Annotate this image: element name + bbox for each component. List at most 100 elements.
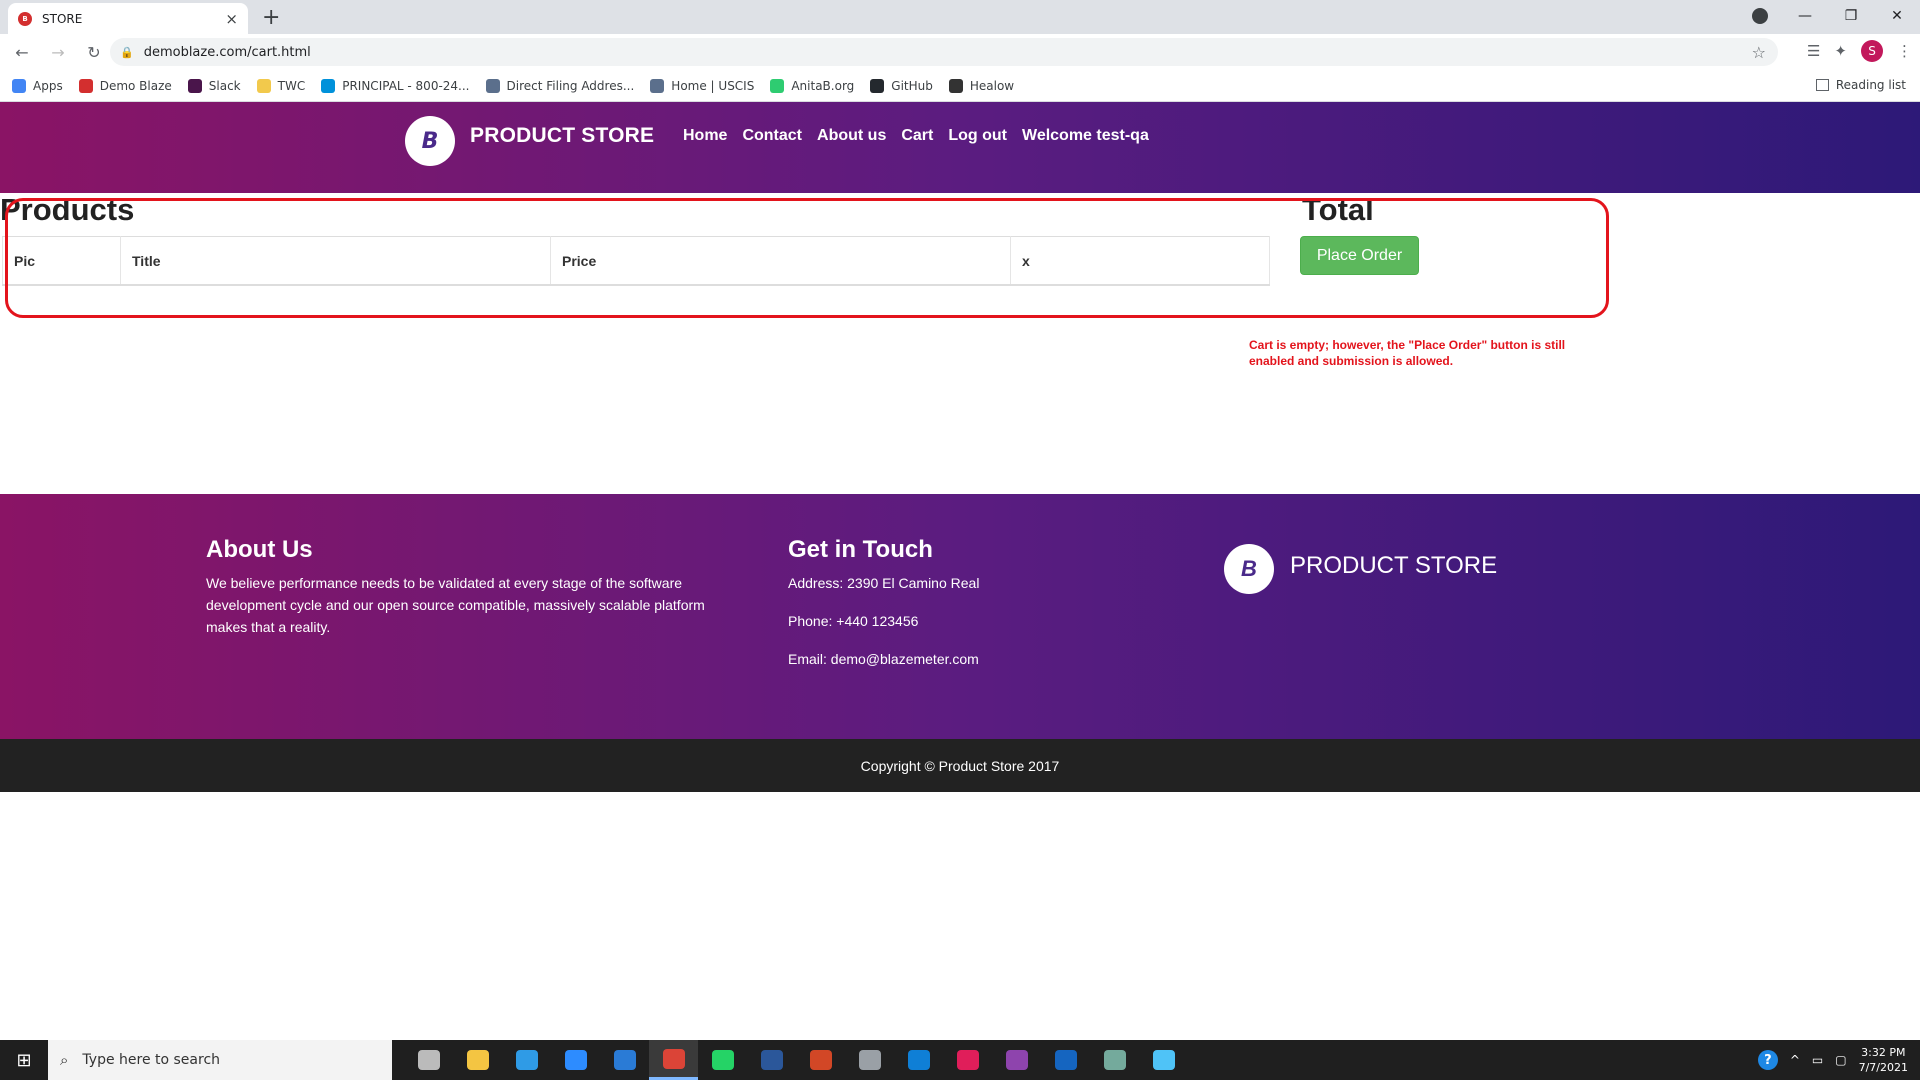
search-icon: ⌕ [60, 1051, 69, 1069]
nav-cart[interactable]: Cart [901, 127, 933, 145]
nav-home[interactable]: Home [683, 127, 727, 145]
extensions-icon[interactable]: ✦ [1834, 42, 1847, 60]
tab-title: STORE [42, 11, 83, 26]
footer-contact-title: Get in Touch [788, 536, 933, 563]
word-icon [760, 1050, 783, 1070]
windows-taskbar: ⊞ ⌕ Type here to search ? ^ ▭ ▢ 3:32 PM … [0, 1040, 1920, 1080]
nav-about-us[interactable]: About us [817, 127, 886, 145]
site-footer: About Us We believe performance needs to… [0, 494, 1920, 739]
zoom-icon [564, 1050, 587, 1070]
clock-date: 7/7/2021 [1858, 1061, 1908, 1074]
url-text[interactable]: demoblaze.com/cart.html [144, 45, 311, 60]
profile-avatar[interactable]: S [1861, 40, 1883, 62]
taskbar-search[interactable]: ⌕ Type here to search [48, 1040, 392, 1080]
nav-contact[interactable]: Contact [742, 127, 802, 145]
site-nav-links: Home Contact About us Cart Log out Welco… [683, 127, 1149, 145]
tab-search-icon[interactable] [1752, 8, 1768, 24]
cart-table: Pic Title Price x [2, 236, 1270, 286]
column-header-delete: x [1010, 236, 1270, 286]
footer-contact: Get in Touch Address: 2390 El Camino Rea… [788, 536, 1138, 686]
taskbar-app-chatgpt-icon[interactable] [1090, 1040, 1139, 1080]
brand-logo-icon[interactable]: B [405, 116, 455, 166]
browser-tab[interactable]: B STORE × [8, 3, 248, 34]
taskbar-app-powerpoint-icon[interactable] [796, 1040, 845, 1080]
uscis-seal-icon [650, 78, 665, 93]
forward-icon[interactable]: → [44, 43, 72, 62]
anitab-icon [770, 78, 785, 93]
column-header-title: Title [120, 236, 551, 286]
browser-tab-strip: B STORE × + — ❐ ✕ [0, 0, 1920, 34]
reading-mode-icon[interactable]: ☰ [1807, 42, 1820, 60]
bookmark-principal[interactable]: PRINCIPAL - 800-24... [321, 78, 470, 93]
taskbar-app-zoom-icon[interactable] [551, 1040, 600, 1080]
taskbar-app-word-icon[interactable] [747, 1040, 796, 1080]
windows-start-icon[interactable]: ⊞ [0, 1040, 48, 1080]
chrome-menu-icon[interactable]: ⋮ [1897, 42, 1912, 60]
notepad-icon [1152, 1050, 1175, 1070]
bookmark-github[interactable]: GitHub [870, 78, 933, 93]
tray-chevron-icon[interactable]: ^ [1790, 1053, 1800, 1067]
new-tab-button[interactable]: + [262, 5, 280, 30]
bookmark-star-icon[interactable]: ☆ [1752, 43, 1766, 62]
bookmark-slack[interactable]: Slack [187, 78, 241, 93]
footer-about-title: About Us [206, 536, 313, 563]
taskbar-app-notepad-icon[interactable] [1139, 1040, 1188, 1080]
slack-icon [187, 78, 202, 93]
bookmark-anitab[interactable]: AnitaB.org [770, 78, 854, 93]
address-bar[interactable]: 🔒 demoblaze.com/cart.html ☆ [110, 38, 1778, 66]
taskbar-app-printer-icon[interactable] [845, 1040, 894, 1080]
task-view-icon [417, 1050, 440, 1070]
taskbar-app-mail-icon[interactable] [600, 1040, 649, 1080]
uscis-seal-icon [485, 78, 500, 93]
help-icon[interactable]: ? [1757, 1050, 1778, 1070]
taskbar-app-vscode-icon[interactable] [502, 1040, 551, 1080]
bookmark-twc[interactable]: TWC [256, 78, 305, 93]
bookmarks-bar: Apps Demo Blaze Slack TWC PRINCIPAL - 80… [0, 70, 1920, 102]
close-window-icon[interactable]: ✕ [1874, 8, 1920, 24]
tab-close-icon[interactable]: × [225, 10, 238, 28]
taskbar-app-chrome-icon[interactable] [649, 1040, 698, 1080]
store-icon [907, 1050, 930, 1070]
bookmark-direct-filing[interactable]: Direct Filing Addres... [485, 78, 634, 93]
column-header-price: Price [550, 236, 1011, 286]
bookmark-healow[interactable]: Healow [948, 78, 1014, 93]
reading-list-button[interactable]: Reading list [1815, 78, 1906, 92]
total-heading: Total [1302, 192, 1374, 227]
twc-icon [256, 78, 271, 93]
battery-icon[interactable]: ▭ [1812, 1053, 1823, 1067]
footer-address: Address: 2390 El Camino Real [788, 575, 980, 591]
taskbar-clock[interactable]: 3:32 PM 7/7/2021 [1859, 1045, 1908, 1075]
taskbar-app-file-explorer-icon[interactable] [453, 1040, 502, 1080]
bookmark-uscis[interactable]: Home | USCIS [650, 78, 754, 93]
place-order-button[interactable]: Place Order [1300, 236, 1419, 275]
bookmark-demo-blaze[interactable]: Demo Blaze [78, 78, 172, 93]
mail-icon [613, 1050, 636, 1070]
taskbar-app-slack-icon[interactable] [943, 1040, 992, 1080]
taskbar-app-task-view-icon[interactable] [404, 1040, 453, 1080]
restore-icon[interactable]: ❐ [1828, 8, 1874, 24]
column-header-pic: Pic [2, 236, 121, 286]
whatsapp-icon [711, 1050, 734, 1070]
taskbar-app-github-desktop-icon[interactable] [992, 1040, 1041, 1080]
brand-name[interactable]: PRODUCT STORE [470, 124, 654, 148]
taskbar-app-store-icon[interactable] [894, 1040, 943, 1080]
slack-icon [956, 1050, 979, 1070]
nav-log-out[interactable]: Log out [948, 127, 1007, 145]
site-navbar: B PRODUCT STORE Home Contact About us Ca… [0, 102, 1920, 193]
demoblaze-favicon-icon: B [18, 11, 32, 26]
annotation-note: Cart is empty; however, the "Place Order… [1249, 338, 1566, 368]
reload-icon[interactable]: ↻ [80, 43, 108, 62]
taskbar-apps [404, 1040, 1188, 1080]
lock-icon[interactable]: 🔒 [120, 46, 134, 59]
bookmark-apps[interactable]: Apps [12, 78, 63, 93]
cart-table-header-row: Pic Title Price x [2, 236, 1270, 286]
network-icon[interactable]: ▢ [1835, 1053, 1846, 1067]
minimize-icon[interactable]: — [1782, 8, 1828, 24]
taskbar-app-whatsapp-icon[interactable] [698, 1040, 747, 1080]
healow-icon [948, 78, 963, 93]
back-icon[interactable]: ← [8, 43, 36, 62]
nav-welcome-user[interactable]: Welcome test-qa [1022, 127, 1149, 145]
footer-logo-icon: B [1224, 544, 1274, 594]
taskbar-app-selenium-icon[interactable] [1041, 1040, 1090, 1080]
footer-about-text: We believe performance needs to be valid… [206, 575, 705, 635]
